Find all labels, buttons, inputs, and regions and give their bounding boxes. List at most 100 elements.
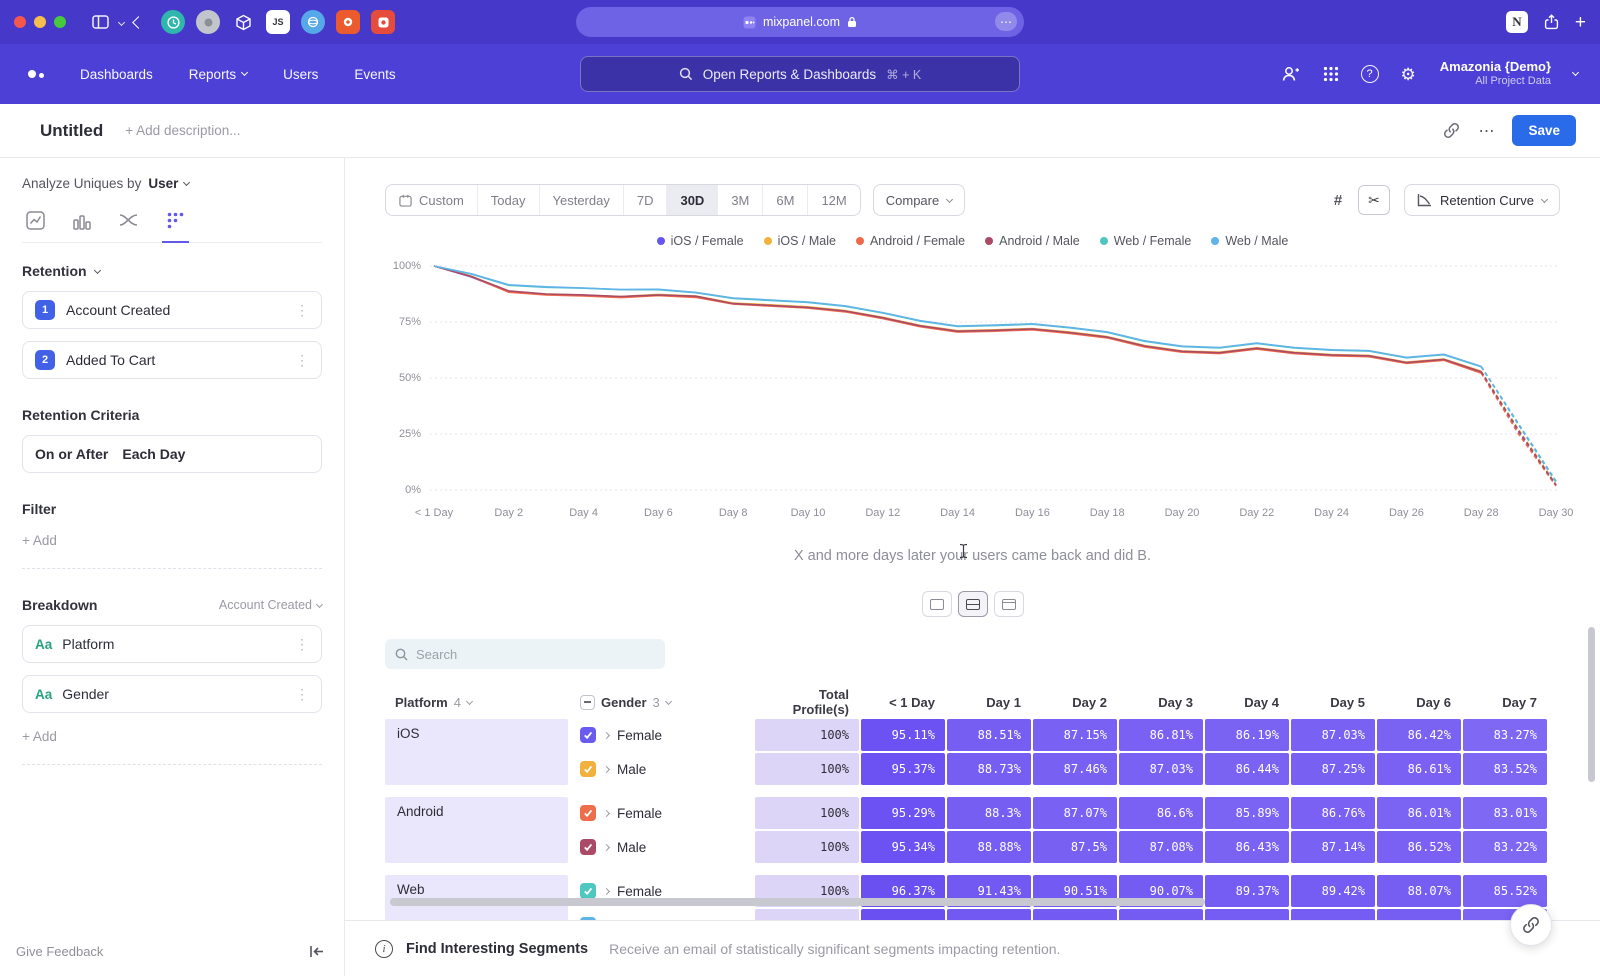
retention-value-cell[interactable]: 87.03% bbox=[1291, 719, 1375, 751]
gray-extension-icon[interactable] bbox=[196, 10, 220, 34]
retention-section-header[interactable]: Retention bbox=[22, 263, 322, 279]
retention-value-cell[interactable]: 87.15% bbox=[1033, 719, 1117, 751]
global-search[interactable]: Open Reports & Dashboards ⌘ + K bbox=[580, 56, 1020, 92]
nav-item-dashboards[interactable]: Dashboards bbox=[80, 67, 153, 82]
legend-item[interactable]: Web / Female bbox=[1100, 234, 1192, 248]
zoom-window-button[interactable] bbox=[54, 16, 66, 28]
annotations-icon[interactable]: # bbox=[1324, 185, 1352, 215]
nav-item-events[interactable]: Events bbox=[354, 67, 395, 82]
platform-column-header[interactable]: Platform 4 bbox=[385, 695, 568, 710]
expand-chevron-icon[interactable] bbox=[603, 843, 610, 850]
package-extension-icon[interactable] bbox=[231, 10, 255, 34]
find-segments-title[interactable]: Find Interesting Segments bbox=[406, 941, 588, 957]
retention-value-cell[interactable]: 87.14% bbox=[1291, 831, 1375, 863]
retention-value-cell[interactable]: 95.11% bbox=[861, 719, 945, 751]
retention-value-cell[interactable]: 87.25% bbox=[1291, 753, 1375, 785]
expand-chevron-icon[interactable] bbox=[603, 887, 610, 894]
row-checkbox[interactable] bbox=[580, 727, 596, 743]
criteria-on-or-after[interactable]: On or After bbox=[35, 446, 108, 462]
gender-cell[interactable]: Male bbox=[570, 831, 753, 863]
retention-value-cell[interactable]: 88.1% bbox=[1377, 909, 1461, 920]
kebab-menu-icon[interactable]: ⋮ bbox=[295, 353, 309, 367]
kebab-menu-icon[interactable]: ⋮ bbox=[295, 303, 309, 317]
retention-value-cell[interactable]: 95.34% bbox=[861, 831, 945, 863]
retention-value-cell[interactable]: 87.07% bbox=[1033, 797, 1117, 829]
save-button[interactable]: Save bbox=[1512, 115, 1576, 146]
retention-value-cell[interactable]: 95.29% bbox=[861, 797, 945, 829]
analyze-entity-dropdown[interactable]: User bbox=[148, 176, 189, 191]
legend-item[interactable]: iOS / Female bbox=[657, 234, 744, 248]
retention-value-cell[interactable]: 83.52% bbox=[1463, 753, 1547, 785]
horizontal-scrollbar[interactable] bbox=[390, 898, 1205, 906]
tab-funnels[interactable] bbox=[73, 212, 91, 230]
filter-add-button[interactable]: + Add bbox=[22, 533, 322, 548]
retention-value-cell[interactable]: 87.03% bbox=[1119, 753, 1203, 785]
retention-value-cell[interactable]: 96.34% bbox=[861, 909, 945, 920]
more-options-icon[interactable]: ⋯ bbox=[1478, 121, 1494, 141]
vertical-scrollbar[interactable] bbox=[1588, 627, 1595, 782]
legend-item[interactable]: Android / Female bbox=[856, 234, 965, 248]
minimize-window-button[interactable] bbox=[34, 16, 46, 28]
breakdown-item[interactable]: AaPlatform⋮ bbox=[22, 625, 322, 663]
retention-step[interactable]: 2Added To Cart⋮ bbox=[22, 341, 322, 379]
clip-report-icon[interactable]: ✂ bbox=[1358, 185, 1390, 215]
retention-value-cell[interactable]: 86.81% bbox=[1119, 719, 1203, 751]
nav-item-reports[interactable]: Reports bbox=[189, 67, 247, 82]
day-column-header[interactable]: Day 3 bbox=[1119, 695, 1203, 710]
notion-extension-icon[interactable]: N bbox=[1506, 11, 1528, 33]
orange-extension-icon[interactable] bbox=[336, 10, 360, 34]
retention-value-cell[interactable]: 89.42% bbox=[1291, 875, 1375, 907]
gender-cell[interactable]: Female bbox=[570, 797, 753, 829]
retention-value-cell[interactable]: 86.52% bbox=[1377, 831, 1461, 863]
gender-column-header[interactable]: Gender 3 bbox=[570, 695, 753, 710]
close-window-button[interactable] bbox=[14, 16, 26, 28]
retention-step[interactable]: 1Account Created⋮ bbox=[22, 291, 322, 329]
range-yesterday[interactable]: Yesterday bbox=[539, 185, 623, 215]
expand-chevron-icon[interactable] bbox=[603, 765, 610, 772]
retention-value-cell[interactable]: 89.4% bbox=[1205, 909, 1289, 920]
browser-back-icon[interactable] bbox=[132, 16, 145, 29]
range-3m[interactable]: 3M bbox=[717, 185, 762, 215]
breakdown-item[interactable]: AaGender⋮ bbox=[22, 675, 322, 713]
retention-value-cell[interactable]: 95.37% bbox=[861, 753, 945, 785]
day-column-header[interactable]: Day 4 bbox=[1205, 695, 1289, 710]
range-30d[interactable]: 30D bbox=[666, 185, 717, 215]
retention-value-cell[interactable]: 88.88% bbox=[947, 831, 1031, 863]
collapse-sidebar-icon[interactable] bbox=[309, 945, 324, 958]
expand-chevron-icon[interactable] bbox=[603, 731, 610, 738]
range-7d[interactable]: 7D bbox=[623, 185, 667, 215]
retention-value-cell[interactable]: 87.08% bbox=[1119, 831, 1203, 863]
breakdown-add-button[interactable]: + Add bbox=[22, 729, 322, 744]
legend-item[interactable]: iOS / Male bbox=[764, 234, 836, 248]
help-icon[interactable]: ? bbox=[1361, 65, 1379, 83]
range-today[interactable]: Today bbox=[477, 185, 539, 215]
range-custom[interactable]: Custom bbox=[386, 185, 477, 215]
retention-value-cell[interactable]: 90.54% bbox=[1033, 909, 1117, 920]
select-all-checkbox[interactable] bbox=[580, 695, 595, 710]
criteria-each-day[interactable]: Each Day bbox=[122, 446, 185, 462]
blue-extension-icon[interactable] bbox=[301, 10, 325, 34]
copy-link-icon[interactable] bbox=[1443, 122, 1460, 139]
give-feedback-link[interactable]: Give Feedback bbox=[16, 944, 103, 959]
retention-value-cell[interactable]: 88.07% bbox=[1377, 875, 1461, 907]
retention-value-cell[interactable]: 87.46% bbox=[1033, 753, 1117, 785]
report-title[interactable]: Untitled bbox=[40, 121, 103, 141]
share-link-fab[interactable] bbox=[1510, 904, 1552, 946]
row-checkbox[interactable] bbox=[580, 805, 596, 821]
add-description[interactable]: + Add description... bbox=[125, 123, 240, 138]
retention-value-cell[interactable]: 91.41% bbox=[947, 909, 1031, 920]
day-column-header[interactable]: Day 2 bbox=[1033, 695, 1117, 710]
day-column-header[interactable]: Day 5 bbox=[1291, 695, 1375, 710]
retention-value-cell[interactable]: 88.73% bbox=[947, 753, 1031, 785]
row-checkbox[interactable] bbox=[580, 917, 596, 920]
retention-value-cell[interactable]: 83.27% bbox=[1463, 719, 1547, 751]
day-column-header[interactable]: Day 6 bbox=[1377, 695, 1461, 710]
retention-value-cell[interactable]: 86.42% bbox=[1377, 719, 1461, 751]
gender-cell[interactable]: Male bbox=[570, 909, 753, 920]
retention-value-cell[interactable]: 86.6% bbox=[1119, 797, 1203, 829]
tab-flows[interactable] bbox=[119, 212, 138, 229]
new-tab-icon[interactable]: + bbox=[1575, 13, 1586, 32]
range-6m[interactable]: 6M bbox=[762, 185, 807, 215]
retention-value-cell[interactable]: 86.61% bbox=[1377, 753, 1461, 785]
retention-value-cell[interactable]: 86.19% bbox=[1205, 719, 1289, 751]
